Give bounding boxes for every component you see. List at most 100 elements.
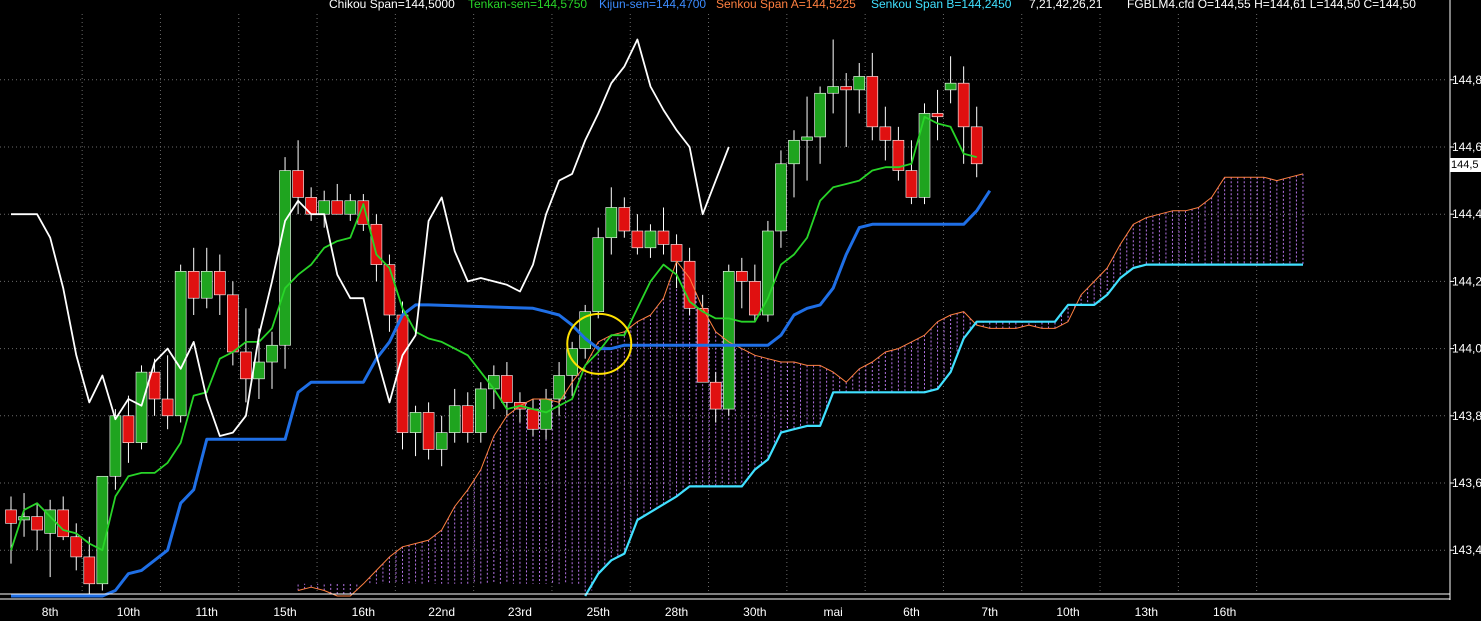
candle-body bbox=[187, 271, 200, 299]
candle-body bbox=[879, 126, 892, 141]
candle-up bbox=[318, 190, 331, 228]
legend-senkou-b: Senkou Span B=144,2450 bbox=[871, 0, 1012, 11]
candle-down bbox=[840, 73, 853, 147]
candle-up bbox=[266, 331, 278, 389]
candle-body bbox=[227, 294, 239, 353]
candle-body bbox=[305, 197, 317, 215]
candle-down bbox=[148, 358, 161, 416]
candle-up bbox=[18, 493, 30, 537]
candle-body bbox=[657, 230, 670, 245]
candle-body bbox=[735, 271, 748, 282]
candle-down bbox=[214, 254, 226, 315]
indicator-lines bbox=[10, 38, 1304, 598]
candle-down bbox=[657, 207, 670, 255]
legend-chikou: Chikou Span=144,5000 bbox=[329, 0, 455, 11]
candle-down bbox=[735, 257, 748, 309]
candle-down bbox=[383, 254, 396, 332]
candle-body bbox=[200, 271, 213, 299]
legend-senkou-a: Senkou Span A=144,5225 bbox=[716, 0, 856, 11]
candle-up bbox=[474, 382, 487, 443]
candle-down bbox=[709, 372, 722, 423]
x-tick-label: 10th bbox=[117, 605, 140, 619]
candle-body bbox=[383, 264, 396, 316]
candle-body bbox=[409, 412, 422, 433]
candle-down bbox=[618, 197, 631, 238]
candle-body bbox=[488, 375, 500, 390]
candle-body bbox=[435, 432, 448, 450]
candle-down bbox=[422, 402, 435, 460]
legend-ohlc: FGBLM4.cfd O=144,55 H=144,61 L=144,50 C=… bbox=[1127, 0, 1416, 11]
legend-tenkan: Tenkan-sen=144,5750 bbox=[468, 0, 588, 11]
candle-up bbox=[200, 247, 213, 309]
candle-body bbox=[266, 344, 278, 363]
candle-body bbox=[70, 536, 83, 558]
x-tick-label: mai bbox=[823, 605, 842, 619]
annotations bbox=[566, 312, 633, 375]
candle-body bbox=[931, 113, 944, 118]
candle-up bbox=[579, 304, 592, 359]
candle-body bbox=[944, 82, 957, 91]
candle-body bbox=[814, 92, 826, 138]
candle-body bbox=[5, 509, 17, 524]
candle-body bbox=[174, 271, 187, 417]
candle-body bbox=[331, 200, 344, 215]
candle-body bbox=[109, 415, 122, 477]
candle-body bbox=[57, 509, 70, 538]
candle-body bbox=[605, 207, 618, 239]
candle-body bbox=[957, 82, 970, 128]
candle-body bbox=[214, 271, 226, 296]
candle-body bbox=[83, 556, 96, 585]
candle-up bbox=[722, 264, 735, 416]
y-tick-label: 143,8 bbox=[1452, 409, 1481, 423]
candle-body bbox=[448, 405, 461, 433]
x-tick-label: 22nd bbox=[428, 605, 455, 619]
x-tick-label: 10th bbox=[1056, 605, 1079, 619]
candle-body bbox=[840, 86, 853, 91]
candle-up bbox=[435, 415, 448, 467]
candle-down bbox=[5, 496, 17, 564]
candle-up bbox=[279, 157, 291, 369]
candle-body bbox=[396, 314, 409, 433]
y-tick-label: 143,4 bbox=[1452, 543, 1481, 557]
candle-body bbox=[527, 408, 539, 430]
chikou-line bbox=[11, 38, 730, 437]
x-tick-label: 7th bbox=[981, 605, 998, 619]
candle-body bbox=[801, 136, 813, 141]
candle-up bbox=[827, 39, 839, 114]
candle-down bbox=[892, 126, 905, 181]
x-tick-label: 28th bbox=[665, 605, 688, 619]
candle-body bbox=[905, 170, 918, 198]
candle-down bbox=[331, 183, 344, 215]
candle-body bbox=[96, 475, 109, 585]
x-tick-label: 16th bbox=[352, 605, 375, 619]
candle-body bbox=[592, 237, 605, 312]
candle-up bbox=[944, 56, 957, 104]
candle-body bbox=[501, 375, 513, 403]
ichimoku-chart: 144,8 144,6 144,4 144,2 144,0 143,8 143,6 143,4… bbox=[0, 0, 1481, 619]
candle-body bbox=[970, 126, 983, 165]
legend-params: 7,21,42,26,21 bbox=[1029, 0, 1103, 11]
candle-down bbox=[631, 214, 644, 255]
candle-down bbox=[957, 66, 970, 164]
candle-body bbox=[762, 230, 774, 316]
candle-up bbox=[775, 150, 787, 248]
x-tick-label: 16th bbox=[1213, 605, 1236, 619]
y-tick-label: 144,2 bbox=[1452, 274, 1481, 288]
candle-up bbox=[814, 86, 826, 164]
candle-up bbox=[605, 187, 618, 255]
candle-body bbox=[827, 86, 839, 94]
candle-body bbox=[122, 415, 135, 443]
candle-up bbox=[344, 194, 357, 221]
candle-up bbox=[592, 227, 605, 319]
candle-body bbox=[709, 381, 722, 410]
candle-body bbox=[866, 76, 879, 128]
candle-down bbox=[292, 140, 304, 215]
candle-body bbox=[540, 398, 552, 430]
candle-up bbox=[174, 264, 187, 423]
candle-up bbox=[448, 388, 461, 443]
candle-up bbox=[540, 388, 552, 440]
x-tick-label: 25th bbox=[587, 605, 610, 619]
candle-up bbox=[788, 130, 800, 198]
x-tick-label: 6th bbox=[903, 605, 920, 619]
candle-body bbox=[918, 113, 931, 198]
